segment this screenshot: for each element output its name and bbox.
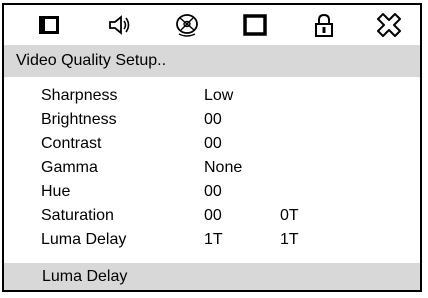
setting-row-gamma[interactable]: Gamma None <box>4 159 420 183</box>
speaker-icon[interactable] <box>106 12 132 38</box>
setting-value[interactable]: 00 <box>204 183 222 201</box>
setting-label: Brightness <box>41 111 117 128</box>
page-title-bar: Video Quality Setup.. <box>4 45 420 77</box>
setting-row-contrast[interactable]: Contrast 00 <box>4 135 420 159</box>
disc-icon[interactable] <box>174 12 200 38</box>
monitor-icon[interactable] <box>36 12 62 38</box>
help-text: Luma Delay <box>42 268 128 285</box>
setting-value[interactable]: Low <box>204 87 233 105</box>
help-bar: Luma Delay <box>4 263 420 290</box>
setup-menu-window: Video Quality Setup.. Sharpness Low Brig… <box>2 3 422 292</box>
setting-row-luma-delay[interactable]: Luma Delay 1T 1T <box>4 231 420 255</box>
setting-label: Luma Delay <box>41 231 127 248</box>
lock-icon[interactable] <box>311 12 337 38</box>
setting-value[interactable]: 00 <box>204 207 222 225</box>
setting-label: Saturation <box>41 207 114 224</box>
video-icon[interactable] <box>242 12 268 38</box>
close-icon[interactable] <box>376 12 402 38</box>
setting-row-saturation[interactable]: Saturation 00 0T <box>4 207 420 231</box>
setting-value[interactable]: 00 <box>204 135 222 153</box>
setting-row-brightness[interactable]: Brightness 00 <box>4 111 420 135</box>
setting-label: Contrast <box>41 135 102 152</box>
setting-value[interactable]: None <box>204 159 242 177</box>
setting-value[interactable]: 00 <box>204 111 222 129</box>
menu-toolbar <box>4 5 420 45</box>
setting-value-secondary[interactable]: 0T <box>280 207 299 225</box>
setting-label: Hue <box>41 183 71 200</box>
setting-row-sharpness[interactable]: Sharpness Low <box>4 87 420 111</box>
page-title: Video Quality Setup.. <box>16 52 167 69</box>
setting-value-secondary[interactable]: 1T <box>280 231 299 249</box>
setting-label: Sharpness <box>41 87 118 104</box>
setting-row-hue[interactable]: Hue 00 <box>4 183 420 207</box>
setting-label: Gamma <box>41 159 98 176</box>
settings-list: Sharpness Low Brightness 00 Contrast 00 … <box>4 77 420 263</box>
setting-value[interactable]: 1T <box>204 231 223 249</box>
